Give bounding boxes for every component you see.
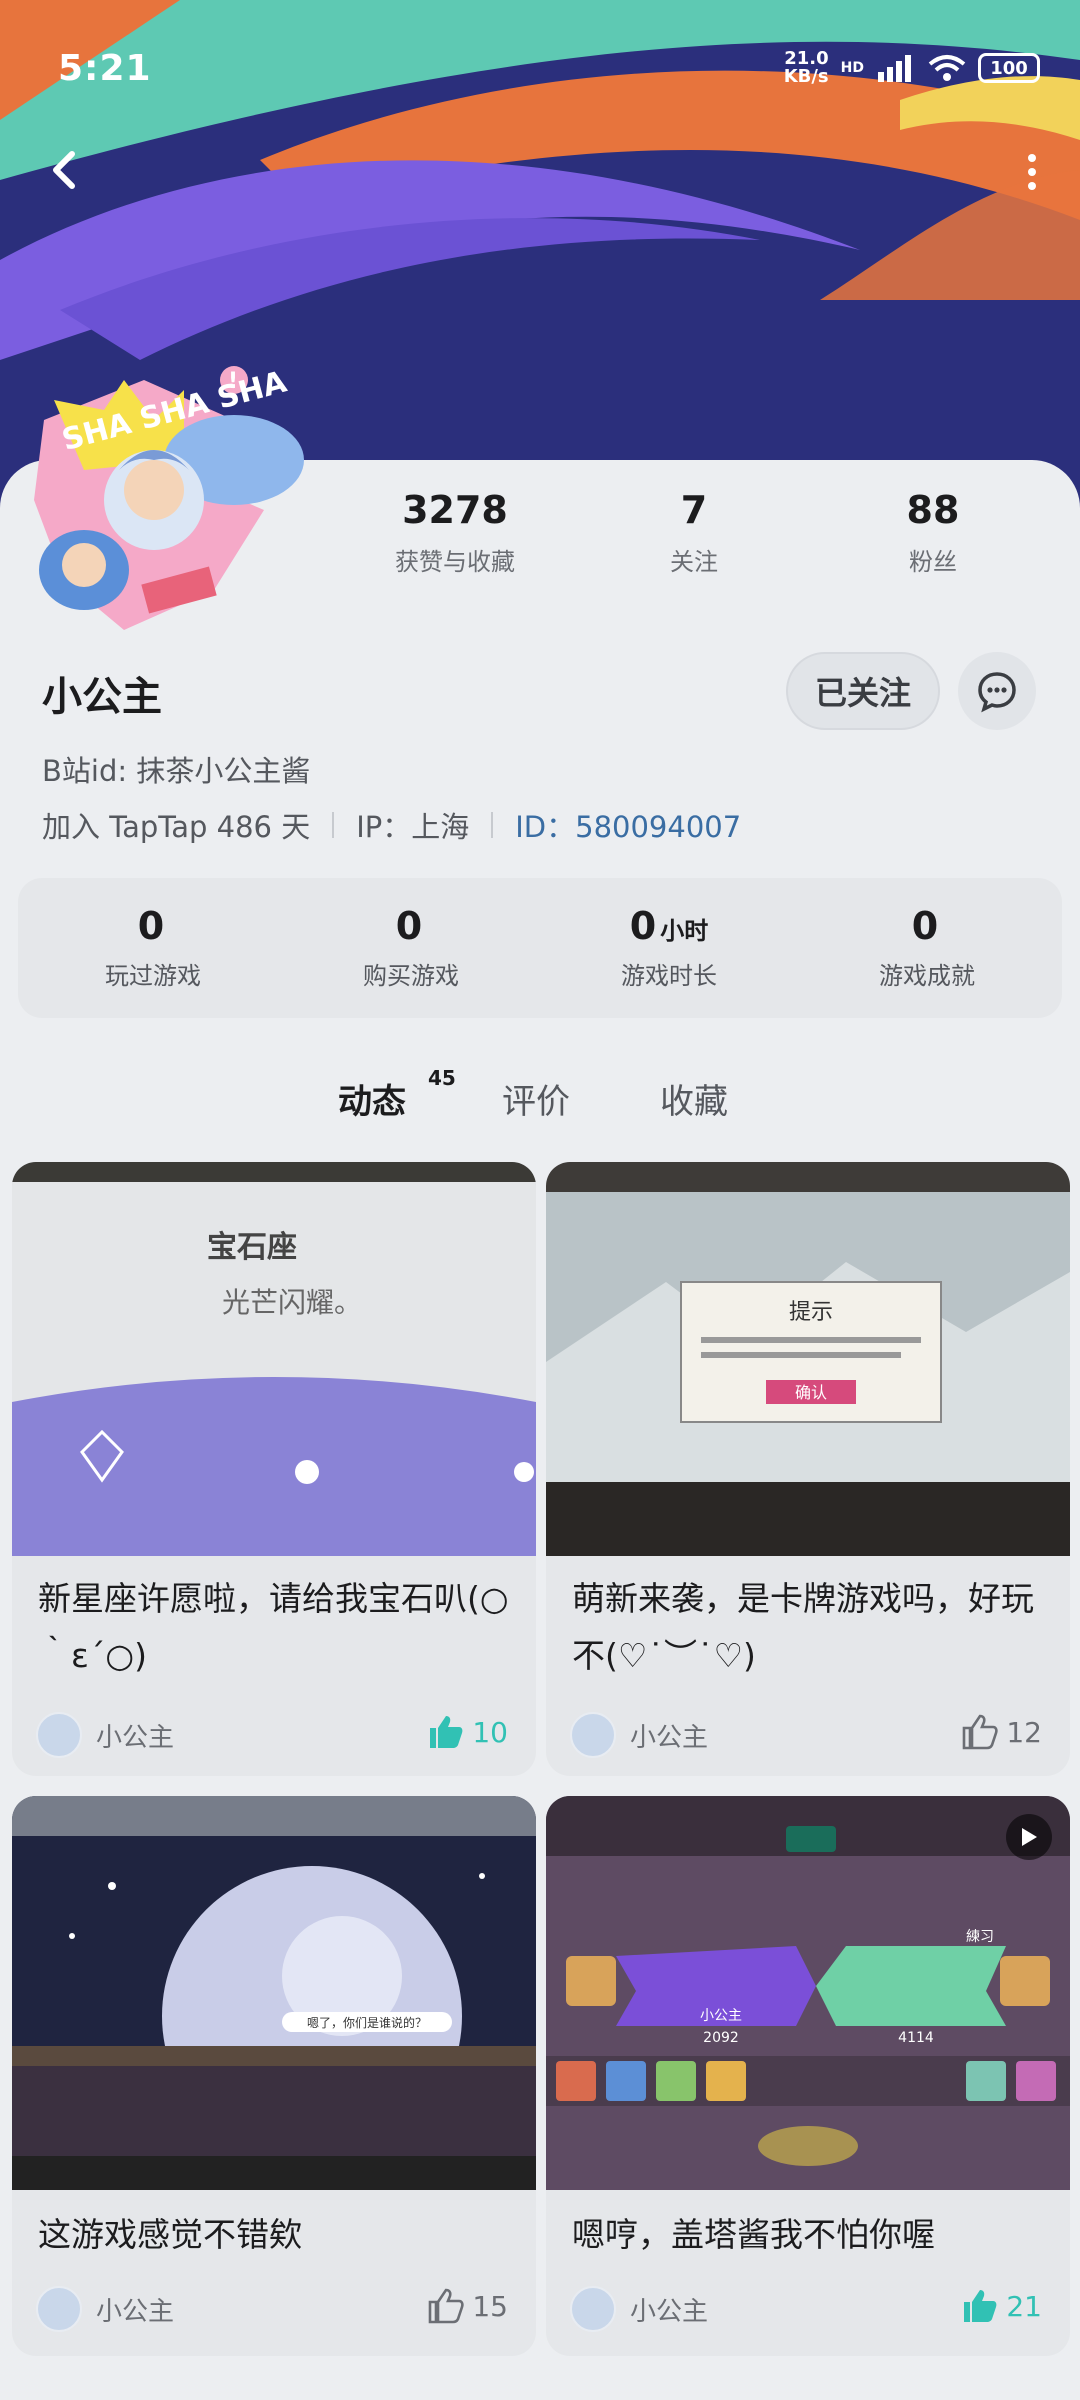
post-image: 提示 确认 (546, 1162, 1070, 1556)
tab-favorites[interactable]: 收藏 (660, 1074, 728, 1123)
video-play-icon[interactable] (1006, 1814, 1052, 1860)
like-button[interactable]: 10 (426, 1714, 508, 1750)
post-title: 嗯哼，盖塔酱我不怕你喔 (572, 2215, 935, 2254)
status-time: 5:21 (58, 48, 152, 89)
tab-reviews[interactable]: 评价 (502, 1074, 570, 1123)
svg-text:光芒闪耀。: 光芒闪耀。 (222, 1286, 362, 1319)
author-avatar (36, 1712, 82, 1758)
svg-text:嗯了，你们是谁说的？: 嗯了，你们是谁说的？ (307, 2015, 427, 2030)
wifi-icon (928, 55, 966, 81)
chat-bubble-icon (978, 672, 1016, 713)
stat-followers[interactable]: 88 粉丝 (823, 488, 1043, 577)
signal-icon (878, 55, 911, 82)
like-button[interactable]: 12 (960, 1714, 1042, 1750)
avatar[interactable]: ! SHA SHA SHA (24, 360, 304, 640)
svg-text:宝石座: 宝石座 (207, 1230, 297, 1265)
svg-text:練习: 練习 (966, 1929, 994, 1945)
post-image: 嗯了，你们是谁说的？ (12, 1796, 536, 2190)
stat-following[interactable]: 7 关注 (584, 488, 804, 577)
content-tabs: 动态 45 评价 收藏 (0, 1066, 1080, 1140)
post-title: 这游戏感觉不错欸 (38, 2215, 302, 2254)
bili-id: B站id: 抹茶小公主酱 (42, 754, 311, 788)
tab-posts[interactable]: 动态 45 (338, 1066, 456, 1123)
svg-text:确认: 确认 (795, 1383, 827, 1402)
author-avatar (36, 2286, 82, 2332)
divider (491, 812, 494, 838)
followed-button[interactable]: 已关注 (786, 652, 940, 730)
svg-text:2092: 2092 (703, 2030, 739, 2046)
status-bar: 5:21 21.0 KB/s HD 100 (0, 0, 1080, 140)
post-card[interactable]: 提示 确认 萌新来袭，是卡牌游戏吗，好玩不(♡˙︶˙♡) 小公主 12 (546, 1162, 1070, 1776)
post-author[interactable]: 小公主 (570, 2286, 708, 2332)
post-image: 小公主 2092 4114 練习 (546, 1796, 1070, 2190)
post-card[interactable]: 嗯了，你们是谁说的？ 这游戏感觉不错欸 小公主 15 (12, 1796, 536, 2356)
more-options-icon[interactable] (1022, 150, 1042, 194)
post-author[interactable]: 小公主 (36, 1712, 174, 1758)
posts-count: 45 (428, 1066, 456, 1090)
svg-text:4114: 4114 (898, 2030, 934, 2046)
like-button[interactable]: 15 (426, 2288, 508, 2324)
thumbs-up-icon (429, 2288, 465, 2324)
message-button[interactable] (958, 652, 1036, 730)
battery-icon: 100 (978, 53, 1040, 83)
ip-location: IP：上海 (356, 810, 470, 844)
svg-text:提示: 提示 (789, 1300, 833, 1325)
post-image: 宝石座 光芒闪耀。 (12, 1162, 536, 1556)
post-title: 新星座许愿啦，请给我宝石叭(○｀ε´○) (38, 1579, 509, 1675)
user-id[interactable]: ID：580094007 (515, 804, 741, 846)
post-title: 萌新来袭，是卡牌游戏吗，好玩不(♡˙︶˙♡) (572, 1579, 1034, 1675)
post-author[interactable]: 小公主 (36, 2286, 174, 2332)
net-speed: 21.0 KB/s (783, 48, 829, 87)
thumbs-up-icon (430, 1716, 463, 1748)
like-button[interactable]: 21 (960, 2288, 1042, 2324)
join-days: 加入 TapTap 486 天 (42, 810, 311, 844)
profile-meta: 加入 TapTap 486 天 IP：上海 ID：580094007 (42, 804, 741, 846)
profile-name: 小公主 (42, 674, 162, 720)
achievements[interactable]: 0 游戏成就 (812, 904, 1042, 991)
author-avatar (570, 2286, 616, 2332)
stat-likes[interactable]: 3278 获赞与收藏 (345, 488, 565, 577)
svg-text:小公主: 小公主 (700, 2008, 742, 2024)
thumbs-up-icon (963, 1714, 999, 1750)
thumbs-up-icon (964, 2290, 997, 2322)
back-arrow-icon[interactable] (42, 146, 90, 194)
divider (332, 812, 335, 838)
author-avatar (570, 1712, 616, 1758)
game-stats-panel: 0 玩过游戏 0 购买游戏 0 小时 游戏时长 0 游戏成就 (18, 878, 1062, 1018)
purchased-games[interactable]: 0 购买游戏 (296, 904, 526, 991)
hd-badge: HD (840, 60, 864, 76)
played-games[interactable]: 0 玩过游戏 (38, 904, 268, 991)
post-card[interactable]: 宝石座 光芒闪耀。 新星座许愿啦，请给我宝石叭(○｀ε´○) 小公主 10 (12, 1162, 536, 1776)
play-time[interactable]: 0 小时 游戏时长 (554, 904, 784, 991)
post-card[interactable]: 小公主 2092 4114 練习 嗯哼，盖塔酱我不怕你喔 小公主 21 (546, 1796, 1070, 2356)
post-author[interactable]: 小公主 (570, 1712, 708, 1758)
